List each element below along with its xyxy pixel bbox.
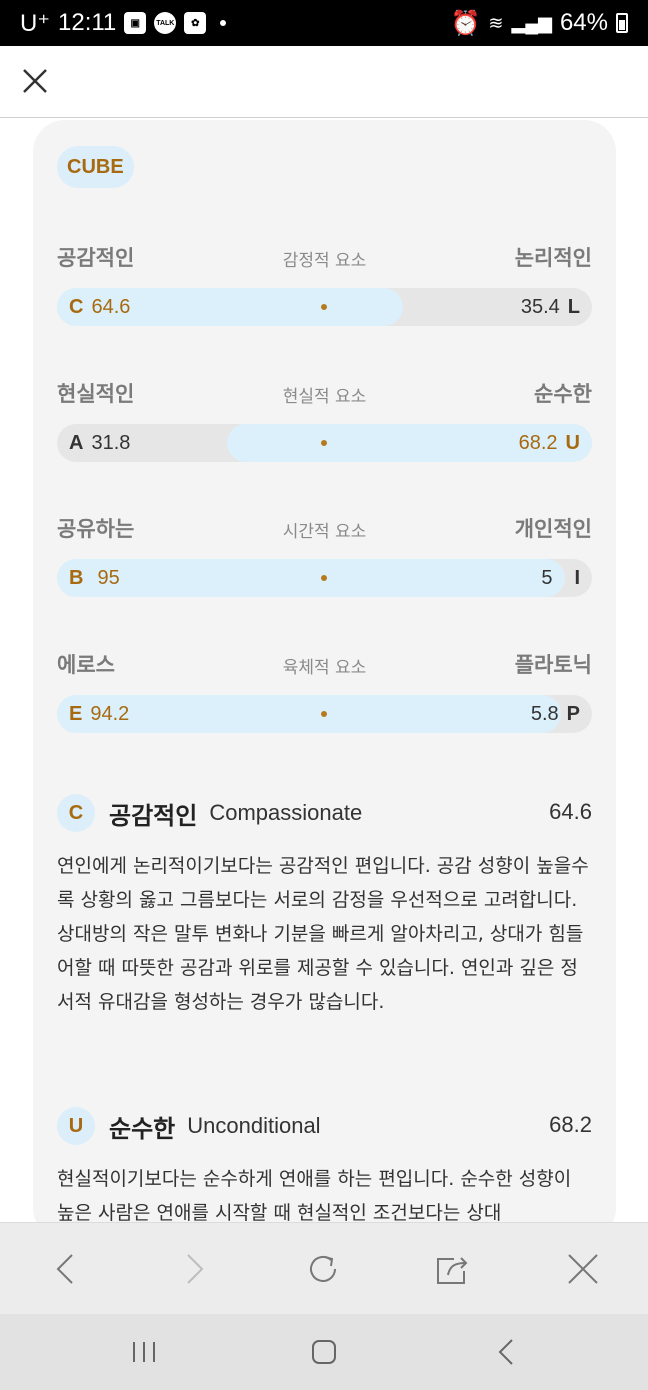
recent-apps-icon[interactable] (126, 1336, 162, 1368)
description-english: Compassionate (209, 800, 363, 825)
axis-center-label: 시간적 요소 (282, 522, 367, 542)
axis-center-dot (321, 304, 327, 310)
close-icon[interactable] (565, 1251, 601, 1287)
right-value: 5.8 (530, 702, 559, 725)
left-letter: C (69, 295, 84, 318)
axis-center-label: 현실적 요소 (282, 387, 367, 407)
description-letter: C (57, 794, 95, 832)
description-compassionate: C 공감적인 Compassionate 64.6 연인에게 논리적이기보다는 … (57, 791, 592, 1019)
axis-right-label: 순수한 (534, 382, 592, 406)
left-value: 95 (97, 566, 120, 589)
left-letter: A (69, 431, 84, 454)
axis-center-dot (321, 711, 327, 717)
right-letter: P (566, 702, 580, 725)
axis-right-label: 논리적인 (514, 246, 592, 270)
axis-center-dot (321, 575, 327, 581)
system-navigation-bar (0, 1314, 648, 1390)
left-value: 64.6 (91, 295, 131, 318)
right-letter: L (567, 295, 580, 318)
description-letter: U (57, 1107, 95, 1145)
right-value: 35.4 (520, 295, 560, 318)
home-icon[interactable] (306, 1336, 342, 1368)
axis-temporal: 공유하는 시간적 요소 개인적인 B 95 5 I (57, 513, 592, 597)
axis-emotional: 공감적인 감정적 요소 논리적인 C 64.6 35.4 L (57, 242, 592, 326)
forward-icon[interactable] (176, 1251, 212, 1287)
axis-right-label: 플라토닉 (514, 653, 592, 677)
share-icon[interactable] (434, 1251, 470, 1287)
description-body: 현실적이기보다는 순수하게 연애를 하는 편입니다. 순수한 성향이 높은 사람… (57, 1168, 572, 1224)
system-back-icon[interactable] (488, 1336, 524, 1368)
battery-icon (616, 13, 628, 33)
reload-icon[interactable] (305, 1251, 341, 1287)
description-english: Unconditional (187, 1113, 321, 1138)
description-body: 연인에게 논리적이기보다는 공감적인 편입니다. 공감 성향이 높을수록 상황의… (57, 855, 589, 1013)
axis-bar-fill (57, 695, 561, 733)
left-letter: E (69, 702, 83, 725)
top-app-bar (0, 46, 648, 118)
back-icon[interactable] (48, 1251, 84, 1287)
axis-bar: A 31.8 68.2 U (57, 424, 592, 462)
axis-bar: C 64.6 35.4 L (57, 288, 592, 326)
description-title: 순수한 (109, 1114, 176, 1143)
right-value: 5 (541, 566, 553, 589)
image-notification-icon: ✿ (184, 12, 207, 34)
gallery-notification-icon: ▣ (124, 12, 147, 34)
axis-center-label: 감정적 요소 (282, 251, 367, 271)
axis-bar-fill (57, 559, 566, 597)
battery-percent: 64% (559, 9, 608, 36)
right-letter: U (565, 431, 580, 454)
left-value: 94.2 (90, 702, 130, 725)
clock: 12:11 (58, 9, 117, 36)
close-icon[interactable] (20, 66, 50, 96)
axis-right-label: 개인적인 (514, 517, 592, 541)
more-notifications-icon (220, 20, 227, 26)
description-score: 64.6 (549, 799, 592, 824)
axis-bar: B 95 5 I (57, 559, 592, 597)
carrier-label: U⁺ (20, 9, 50, 37)
signal-icon: ▂▄▆ (511, 12, 552, 33)
axis-physical: 에로스 육체적 요소 플라토닉 E 94.2 5.8 P (57, 649, 592, 733)
axis-bar: E 94.2 5.8 P (57, 695, 592, 733)
alarm-icon: ⏰ (450, 9, 481, 37)
wifi-icon: ≋ (488, 12, 504, 33)
description-unconditional: U 순수한 Unconditional 68.2 현실적이기보다는 순수하게 연… (57, 1104, 592, 1230)
description-score: 68.2 (549, 1112, 592, 1137)
browser-toolbar (0, 1222, 648, 1314)
status-bar: U⁺ 12:11 ▣ TALK ✿ ⏰ ≋ ▂▄▆ 64% (0, 0, 648, 46)
cube-badge: CUBE (57, 146, 134, 188)
left-value: 31.8 (91, 431, 131, 454)
left-letter: B (69, 566, 84, 589)
kakao-talk-notification-icon: TALK (154, 12, 177, 34)
right-letter: I (574, 566, 580, 589)
axis-center-label: 육체적 요소 (282, 658, 367, 678)
right-value: 68.2 (518, 431, 558, 454)
axis-center-dot (321, 440, 327, 446)
axis-realistic: 현실적인 현실적 요소 순수한 A 31.8 68.2 U (57, 378, 592, 462)
description-title: 공감적인 (109, 801, 198, 830)
result-card: CUBE 공감적인 감정적 요소 논리적인 C 64.6 35.4 L 현실적인… (33, 120, 616, 1240)
